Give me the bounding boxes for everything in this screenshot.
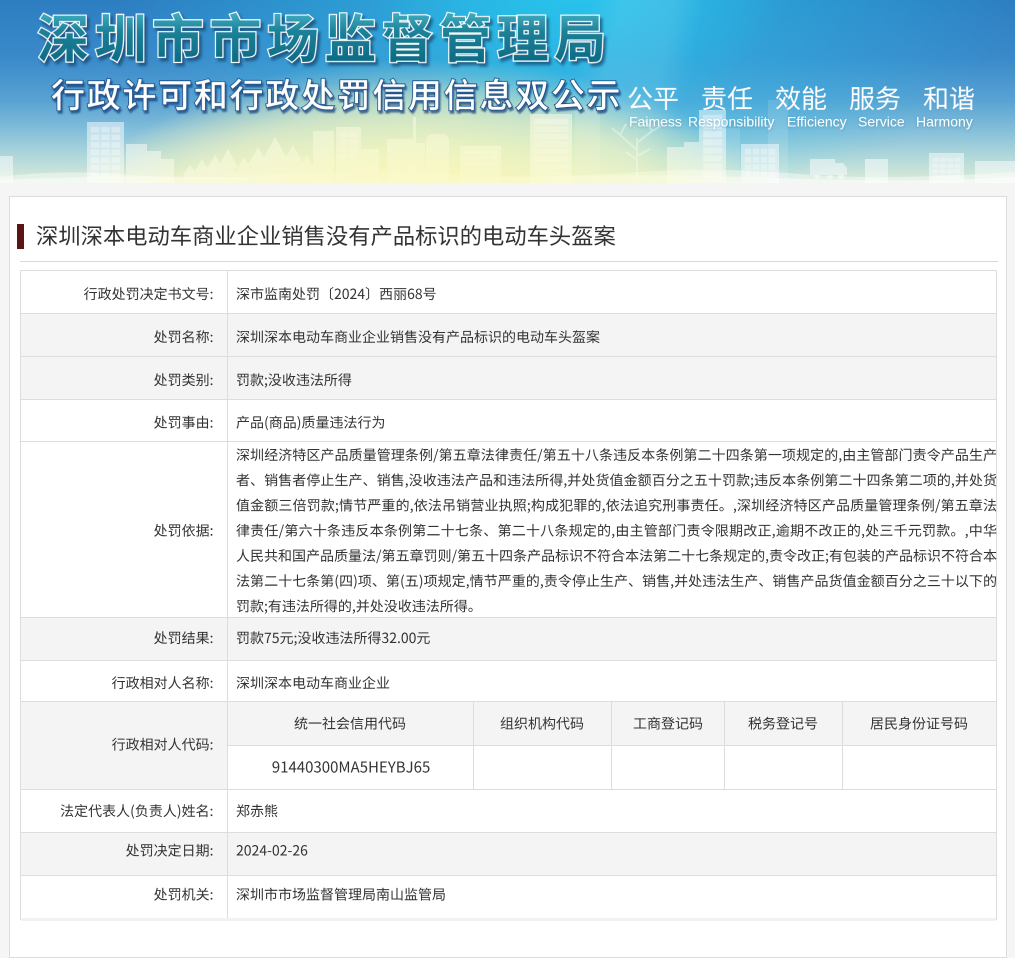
svg-text:Harmony: Harmony	[916, 114, 973, 130]
svg-text:Service: Service	[858, 114, 905, 130]
svg-text:Efficiency: Efficiency	[787, 114, 847, 130]
svg-text:Responsibility: Responsibility	[688, 114, 774, 130]
svg-text:Faimess: Faimess	[629, 114, 682, 130]
